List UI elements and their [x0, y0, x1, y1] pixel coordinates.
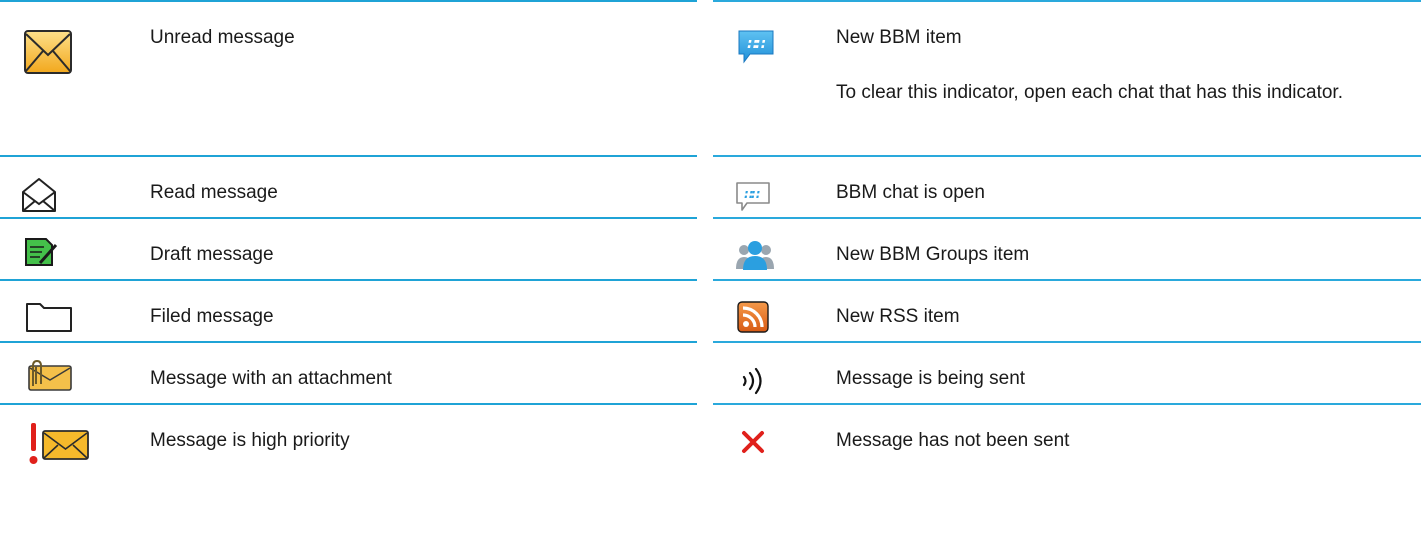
row-label: Draft message	[150, 244, 274, 265]
table-row: Draft message	[0, 217, 697, 279]
bbm-new-item-icon: :: ::	[736, 28, 776, 66]
bbm-groups-icon	[735, 239, 775, 271]
open-envelope-icon	[21, 177, 57, 213]
row-label: Message is high priority	[150, 430, 350, 451]
row-label: New BBM item	[836, 27, 962, 48]
draft-note-icon	[24, 237, 58, 267]
row-label: Message has not been sent	[836, 430, 1070, 451]
unread-envelope-icon	[23, 29, 73, 75]
indicator-table: Unread message Read message Draft messag…	[0, 0, 1421, 560]
svg-text:::: ::	[755, 36, 766, 52]
table-row: New BBM Groups item	[713, 217, 1421, 279]
bbm-chat-open-icon: :: ::	[734, 180, 772, 212]
row-label: Unread message	[150, 27, 295, 48]
row-label: Message with an attachment	[150, 368, 392, 389]
table-row: Message is being sent	[713, 341, 1421, 403]
table-row: :: :: New BBM item To clear this indicat…	[713, 0, 1421, 155]
row-label: Read message	[150, 182, 278, 203]
svg-text:::: ::	[751, 187, 761, 201]
row-label: New BBM Groups item	[836, 244, 1030, 265]
table-row: Filed message	[0, 279, 697, 341]
sending-waves-icon	[738, 366, 772, 396]
table-row: Unread message	[0, 0, 697, 155]
left-column: Unread message Read message Draft messag…	[0, 0, 697, 466]
row-label: Message is being sent	[836, 368, 1026, 389]
table-row: New RSS item	[713, 279, 1421, 341]
row-label: BBM chat is open	[836, 182, 985, 203]
table-row: Read message	[0, 155, 697, 217]
row-label: Filed message	[150, 306, 274, 327]
table-row: Message has not been sent	[713, 403, 1421, 466]
folder-icon	[25, 299, 73, 333]
table-row: :: :: BBM chat is open	[713, 155, 1421, 217]
attachment-envelope-icon	[25, 360, 73, 392]
right-column: :: :: New BBM item To clear this indicat…	[713, 0, 1421, 466]
row-label: New RSS item	[836, 306, 960, 327]
table-row: Message with an attachment	[0, 341, 697, 403]
high-priority-envelope-icon	[26, 421, 92, 467]
rss-icon	[737, 301, 769, 333]
row-note: To clear this indicator, open each chat …	[836, 82, 1343, 103]
not-sent-x-icon	[741, 430, 765, 454]
table-row: Message is high priority	[0, 403, 697, 466]
